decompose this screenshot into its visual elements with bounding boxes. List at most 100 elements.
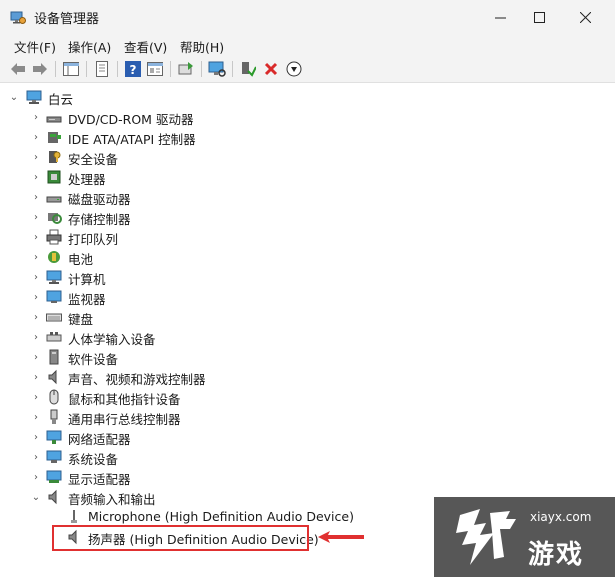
tree-item-monitor[interactable]: › 监视器 xyxy=(0,287,615,307)
expand-chevron-icon[interactable]: › xyxy=(30,189,42,205)
tree-item-security[interactable]: › 安全设备 xyxy=(0,147,615,167)
tree-item-keyboard[interactable]: › 键盘 xyxy=(0,307,615,328)
device-manager-icon xyxy=(10,11,26,24)
expand-chevron-icon[interactable]: › xyxy=(30,269,42,285)
show-hide-tree-button[interactable] xyxy=(61,59,81,79)
toolbar-separator xyxy=(86,61,87,77)
maximize-button[interactable] xyxy=(516,0,562,34)
tree-item-label: 网络适配器 xyxy=(68,432,131,447)
hid-device-icon xyxy=(46,332,62,342)
tree-item-processor[interactable]: › 处理器 xyxy=(0,167,615,187)
tree-item-label: 鼠标和其他指针设备 xyxy=(68,392,181,407)
tree-item-label: 安全设备 xyxy=(68,152,119,167)
close-button[interactable] xyxy=(562,0,608,34)
scan-hardware-button[interactable] xyxy=(207,59,227,79)
tree-item-dvd[interactable]: › DVD/CD-ROM 驱动器 xyxy=(0,107,615,128)
forward-button[interactable] xyxy=(30,59,50,79)
highlight-box xyxy=(52,525,309,551)
collapse-chevron-icon[interactable]: ⌄ xyxy=(8,89,20,105)
display-adapter-icon xyxy=(46,470,62,483)
expand-chevron-icon[interactable]: › xyxy=(30,429,42,445)
uninstall-icon xyxy=(264,62,278,76)
monitor-scan-icon xyxy=(208,61,226,77)
expand-chevron-icon[interactable]: › xyxy=(30,409,42,425)
tree-item-computer[interactable]: › 计算机 xyxy=(0,267,615,287)
processor-icon xyxy=(47,170,61,184)
menu-action[interactable]: 操作(A) xyxy=(68,37,111,56)
tree-item-system[interactable]: › 系统设备 xyxy=(0,447,615,467)
tree-item-label: DVD/CD-ROM 驱动器 xyxy=(68,112,194,127)
tree-item-label: 监视器 xyxy=(68,292,106,307)
security-device-icon xyxy=(49,151,61,163)
view-icon xyxy=(147,62,163,76)
expand-chevron-icon[interactable]: › xyxy=(30,349,42,365)
tree-item-label: 磁盘驱动器 xyxy=(68,192,131,207)
disk-drive-icon xyxy=(46,196,62,203)
enable-device-button[interactable] xyxy=(238,59,258,79)
properties-button[interactable] xyxy=(92,59,112,79)
tree-item-label: 声音、视频和游戏控制器 xyxy=(68,372,206,387)
dvd-drive-icon xyxy=(46,116,62,123)
expand-chevron-icon[interactable]: › xyxy=(30,249,42,265)
tree-item-display[interactable]: › 显示适配器 xyxy=(0,467,615,487)
expand-chevron-icon[interactable]: › xyxy=(30,449,42,465)
expand-chevron-icon[interactable]: › xyxy=(30,109,42,125)
tree-item-label: 通用串行总线控制器 xyxy=(68,412,181,427)
expand-chevron-icon[interactable]: › xyxy=(30,309,42,325)
uninstall-button[interactable] xyxy=(261,59,281,79)
expand-chevron-icon[interactable]: › xyxy=(30,389,42,405)
help-button[interactable]: ? xyxy=(123,59,143,79)
back-arrow-icon xyxy=(11,63,25,75)
mouse-icon xyxy=(49,389,59,405)
show-hide-tree-icon xyxy=(63,62,79,76)
usb-icon xyxy=(50,409,58,424)
monitor-icon xyxy=(46,290,62,303)
tree-item-label: 存储控制器 xyxy=(68,212,131,227)
enable-device-icon xyxy=(242,62,256,77)
expand-chevron-icon[interactable]: › xyxy=(30,209,42,225)
tree-item-disk[interactable]: › 磁盘驱动器 xyxy=(0,187,615,208)
expand-chevron-icon[interactable]: › xyxy=(30,149,42,165)
menu-file[interactable]: 文件(F) xyxy=(14,37,56,56)
tree-item-ide[interactable]: › IDE ATA/ATAPI 控制器 xyxy=(0,127,615,148)
software-device-icon xyxy=(49,349,59,365)
expand-chevron-icon[interactable]: › xyxy=(30,129,42,145)
view-button[interactable] xyxy=(145,59,165,79)
download-button[interactable] xyxy=(284,59,304,79)
tree-item-label: 音频输入和输出 xyxy=(68,492,156,507)
collapse-chevron-icon[interactable]: ⌄ xyxy=(30,489,42,505)
expand-chevron-icon[interactable]: › xyxy=(30,469,42,485)
back-button[interactable] xyxy=(8,59,28,79)
tree-item-label: 电池 xyxy=(68,252,94,267)
tree-item-software[interactable]: › 软件设备 xyxy=(0,347,615,367)
menu-help[interactable]: 帮助(H) xyxy=(180,37,224,56)
menu-view[interactable]: 查看(V) xyxy=(124,37,167,56)
tree-item-label: 键盘 xyxy=(68,312,94,327)
properties-icon xyxy=(96,61,108,77)
network-adapter-icon xyxy=(46,430,62,444)
tree-root[interactable]: ⌄ 白云 xyxy=(0,87,615,107)
tree-item-label: IDE ATA/ATAPI 控制器 xyxy=(68,132,196,147)
tree-item-network[interactable]: › 网络适配器 xyxy=(0,427,615,447)
expand-chevron-icon[interactable]: › xyxy=(30,329,42,345)
expand-chevron-icon[interactable]: › xyxy=(30,169,42,185)
speaker-icon xyxy=(48,369,57,385)
update-driver-button[interactable] xyxy=(176,59,196,79)
tree-item-battery[interactable]: › 电池 xyxy=(0,247,615,267)
expand-chevron-icon[interactable]: › xyxy=(30,369,42,385)
help-icon: ? xyxy=(125,61,141,77)
tree-item-usb[interactable]: › 通用串行总线控制器 xyxy=(0,407,615,427)
tree-item-mouse[interactable]: › 鼠标和其他指针设备 xyxy=(0,387,615,407)
tree-root-label: 白云 xyxy=(48,92,74,107)
tree-item-label: Microphone (High Definition Audio Device… xyxy=(88,509,354,524)
tree-item-storage[interactable]: › 存储控制器 xyxy=(0,207,615,228)
tree-item-print-queue[interactable]: › 打印队列 xyxy=(0,227,615,247)
download-icon xyxy=(286,61,302,77)
tree-item-hid[interactable]: › 人体学输入设备 xyxy=(0,327,615,348)
tree-item-sound[interactable]: › 声音、视频和游戏控制器 xyxy=(0,367,615,387)
expand-chevron-icon[interactable]: › xyxy=(30,289,42,305)
computer-icon xyxy=(26,90,42,104)
toolbar: ? xyxy=(0,56,615,83)
menu-bar: 文件(F) 操作(A) 查看(V) 帮助(H) xyxy=(0,34,615,56)
expand-chevron-icon[interactable]: › xyxy=(30,229,42,245)
